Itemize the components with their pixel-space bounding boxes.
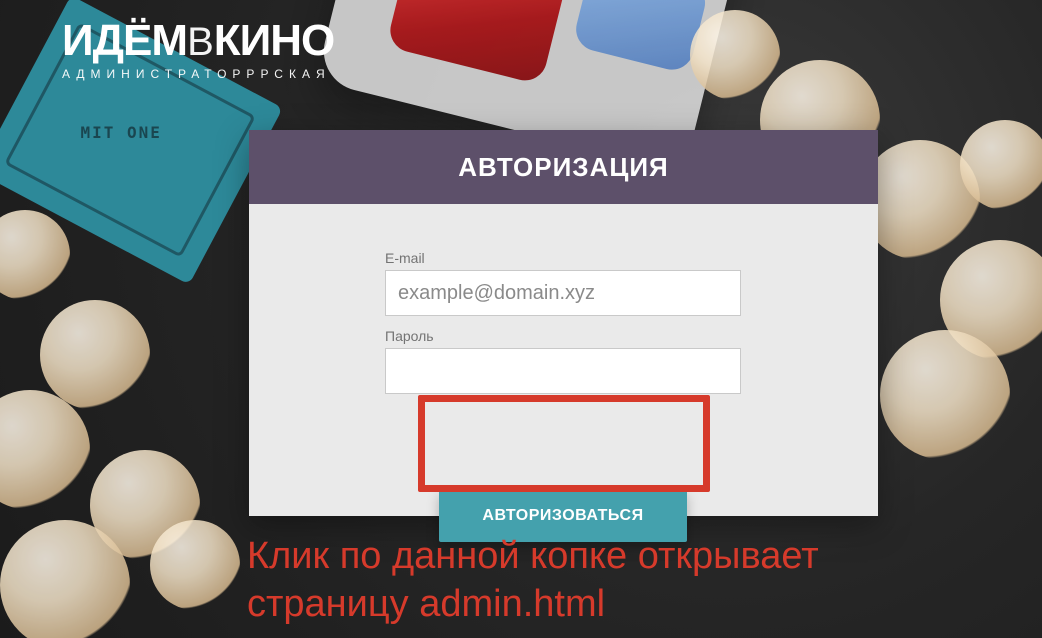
auth-title: АВТОРИЗАЦИЯ (458, 151, 669, 182)
auth-form: E-mail Пароль АВТОРИЗОВАТЬСЯ (249, 204, 878, 542)
background-blue-lens (571, 0, 710, 75)
auth-header: АВТОРИЗАЦИЯ (249, 130, 878, 204)
brand-logo: ИДЁМВКИНО АДМИНИСТРАТОРРРСКАЯ (62, 16, 335, 82)
email-input[interactable] (385, 270, 741, 316)
background-popcorn (40, 300, 150, 410)
background-popcorn (960, 120, 1042, 210)
password-input[interactable] (385, 348, 741, 394)
background-popcorn (690, 10, 780, 100)
login-screen: MIT ONE ИДЁМВКИНО АДМИНИСТРАТОРРРСКАЯ АВ… (0, 0, 1042, 638)
password-label: Пароль (385, 328, 434, 344)
annotation-text: Клик по данной копке открывает страницу … (247, 532, 1007, 628)
background-red-lens (385, 0, 570, 86)
background-popcorn (150, 520, 240, 610)
background-ticket-text: MIT ONE (80, 122, 162, 142)
brand-title-mid: В (187, 20, 214, 64)
brand-title-left: ИДЁМ (62, 16, 188, 65)
background-popcorn (0, 520, 130, 638)
brand-subtitle: АДМИНИСТРАТОРРРСКАЯ (62, 67, 331, 81)
brand-title-right: КИНО (213, 16, 335, 65)
background-popcorn (880, 330, 1010, 460)
background-popcorn (0, 390, 90, 510)
email-label: E-mail (385, 250, 425, 266)
brand-title: ИДЁМВКИНО (62, 16, 335, 65)
background-popcorn (0, 210, 70, 300)
annotation-line-1: Клик по данной копке открывает (247, 535, 819, 577)
auth-card: АВТОРИЗАЦИЯ E-mail Пароль АВТОРИЗОВАТЬСЯ (249, 130, 878, 542)
annotation-line-2: страницу admin.html (247, 583, 606, 625)
